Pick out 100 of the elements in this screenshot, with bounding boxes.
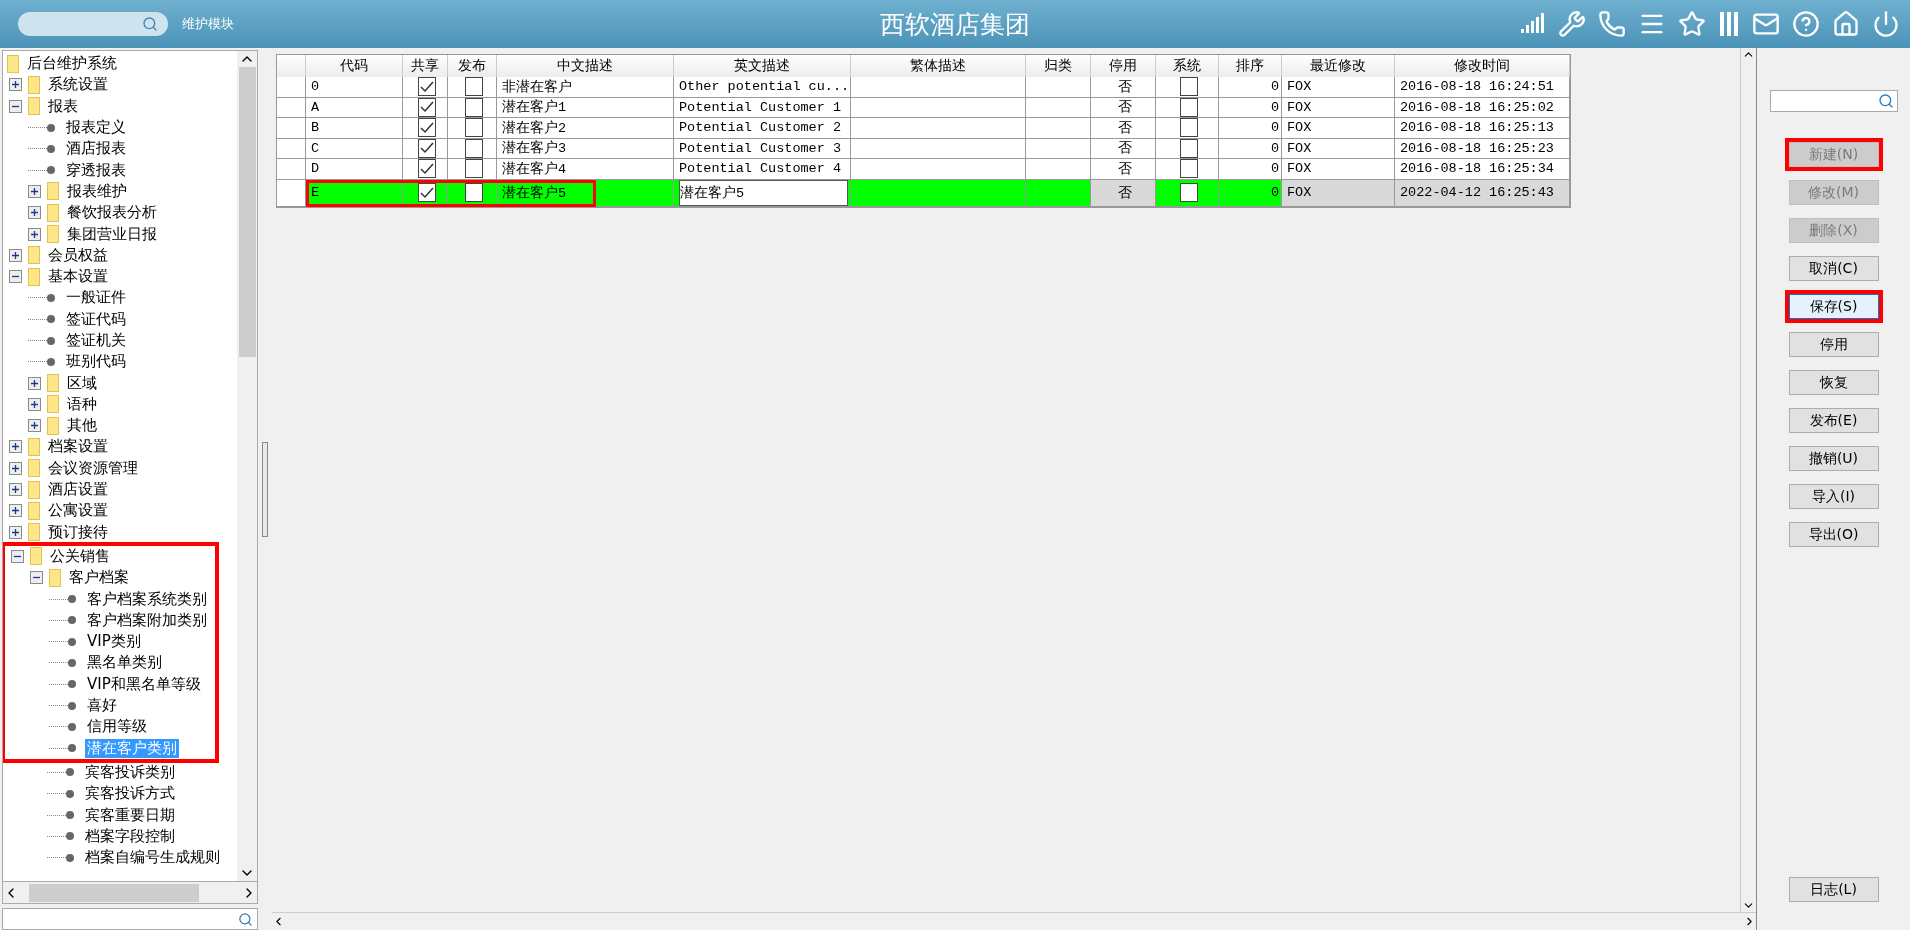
tree-item[interactable]: 喜好 (85, 696, 119, 716)
log-button[interactable]: 日志(L) (1788, 877, 1879, 902)
search-field[interactable] (18, 12, 168, 36)
column-header[interactable]: 归类 (1026, 55, 1091, 77)
tree-item[interactable]: 预订接待 (46, 522, 110, 542)
tree-row[interactable]: 酒店报表 (3, 138, 237, 160)
expand-icon[interactable] (9, 483, 22, 497)
tree-row[interactable]: 基本设置 (3, 265, 237, 288)
action-button[interactable]: 停用 (1788, 332, 1879, 357)
tree-item[interactable]: 报表维护 (65, 181, 129, 201)
tree-row[interactable]: VIP和黑名单等级 (5, 673, 209, 695)
column-header[interactable]: 代码 (306, 55, 403, 77)
tree-row[interactable]: 餐饮报表分析 (3, 202, 237, 224)
tree-row[interactable]: 客户档案系统类别 (5, 588, 209, 610)
tree-row[interactable]: 客户档案 (5, 567, 209, 589)
home-icon[interactable] (1832, 10, 1860, 38)
tree-item[interactable]: 其他 (65, 416, 99, 436)
splitter-handle[interactable] (262, 441, 268, 537)
expand-icon[interactable] (9, 78, 22, 92)
checkbox[interactable] (1179, 183, 1198, 202)
tree-row[interactable]: 穿透报表 (3, 159, 237, 181)
checkbox[interactable] (464, 183, 483, 202)
tree-row[interactable]: 语种 (3, 393, 237, 416)
tree-item[interactable]: 黑名单类别 (85, 653, 164, 673)
tree-row[interactable]: 黑名单类别 (5, 652, 209, 674)
tree-item[interactable]: 公寓设置 (46, 501, 110, 521)
tree-item[interactable]: 会议资源管理 (46, 458, 140, 478)
tree-row[interactable]: 档案自编号生成规则 (3, 847, 237, 869)
column-header[interactable]: 发布 (448, 55, 497, 77)
tree-row[interactable]: 签证机关 (3, 329, 237, 352)
signal-icon[interactable] (1520, 13, 1546, 35)
column-header[interactable]: 共享 (403, 55, 448, 77)
tree-row[interactable]: 喜好 (5, 694, 209, 717)
tree-item[interactable]: 宾客投诉类别 (83, 762, 177, 782)
column-header[interactable]: 修改时间 (1395, 55, 1570, 77)
tree-row[interactable]: 系统设置 (3, 74, 237, 96)
tree-item[interactable]: 后台维护系统 (25, 54, 119, 74)
row-header[interactable] (277, 179, 306, 207)
power-icon[interactable] (1872, 10, 1900, 38)
checkbox[interactable] (417, 159, 436, 179)
table-row[interactable]: 0 非潜在客户 Other potential cu... 否 0 FOX 2016-08-18 16:24:51 (277, 77, 1570, 98)
expand-icon[interactable] (28, 397, 41, 411)
expand-icon[interactable] (9, 461, 22, 475)
tree-item[interactable]: 宾客重要日期 (83, 805, 177, 825)
tree-item[interactable]: VIP类别 (85, 632, 143, 652)
tree-row[interactable]: 报表定义 (3, 116, 237, 139)
tree-row[interactable]: 签证代码 (3, 308, 237, 330)
tree-row[interactable]: 报表维护 (3, 180, 237, 203)
tree-item[interactable]: 签证代码 (64, 309, 128, 329)
column-header[interactable]: 英文描述 (674, 55, 851, 77)
tree-row[interactable]: 档案字段控制 (3, 825, 237, 847)
checkbox[interactable] (417, 183, 436, 202)
column-header[interactable]: 最近修改 (1282, 55, 1395, 77)
tools-icon[interactable] (1558, 10, 1586, 38)
tree-row[interactable]: 宾客投诉方式 (3, 783, 237, 805)
bars-icon[interactable] (1718, 10, 1740, 38)
expand-icon[interactable] (28, 419, 41, 433)
tree-item[interactable]: 客户档案系统类别 (85, 589, 209, 609)
table-row[interactable]: D 潜在客户4 Potential Customer 4 否 0 FOX 2016-08-18 16:25:34 (277, 159, 1570, 180)
expand-icon[interactable] (9, 248, 22, 262)
tree-item[interactable]: 信用等级 (85, 717, 149, 737)
expand-icon[interactable] (9, 525, 22, 539)
tree-item[interactable]: 餐饮报表分析 (65, 203, 159, 223)
tree-item[interactable]: 语种 (65, 394, 99, 414)
tree-row[interactable]: 班别代码 (3, 351, 237, 373)
table-row[interactable]: B 潜在客户2 Potential Customer 2 否 0 FOX 2016-08-18 16:25:13 (277, 118, 1570, 139)
tree-item[interactable]: 集团营业日报 (65, 224, 159, 244)
checkbox[interactable] (464, 77, 483, 97)
row-header[interactable] (277, 77, 306, 98)
help-icon[interactable] (1792, 10, 1820, 38)
tree-item[interactable]: 公关销售 (48, 546, 112, 566)
tree-item[interactable]: 报表 (46, 96, 80, 116)
expand-icon[interactable] (9, 504, 22, 518)
tree-row[interactable]: 公关销售 (5, 545, 209, 568)
column-header[interactable]: 排序 (1219, 55, 1282, 77)
tree-item[interactable]: 档案字段控制 (83, 826, 177, 846)
row-header[interactable] (277, 118, 306, 139)
action-button[interactable]: 导入(I) (1788, 484, 1879, 509)
expand-icon[interactable] (9, 440, 22, 454)
tree-row[interactable]: 会员权益 (3, 244, 237, 266)
tree-item[interactable]: 报表定义 (64, 118, 128, 138)
tree-item[interactable]: 客户档案附加类别 (85, 610, 209, 630)
checkbox[interactable] (1179, 118, 1198, 138)
row-header[interactable] (277, 97, 306, 118)
tree-item[interactable]: 档案设置 (46, 437, 110, 457)
expand-icon[interactable] (28, 227, 41, 241)
row-header[interactable] (277, 159, 306, 180)
tree-item[interactable]: 宾客投诉方式 (83, 784, 177, 804)
checkbox[interactable] (1179, 77, 1198, 97)
tree-row[interactable]: 集团营业日报 (3, 223, 237, 245)
action-button[interactable]: 撤销(U) (1788, 446, 1879, 471)
tree-item[interactable]: 档案自编号生成规则 (83, 848, 222, 868)
expand-icon[interactable] (28, 184, 41, 198)
expand-icon[interactable] (28, 206, 41, 220)
star-icon[interactable] (1678, 10, 1706, 38)
search-field[interactable] (2, 908, 258, 930)
tree-row[interactable]: 报表 (3, 95, 237, 117)
tree-row[interactable]: VIP类别 (5, 631, 209, 653)
action-button[interactable]: 发布(E) (1788, 408, 1879, 433)
tree-row[interactable]: 信用等级 (5, 716, 209, 738)
